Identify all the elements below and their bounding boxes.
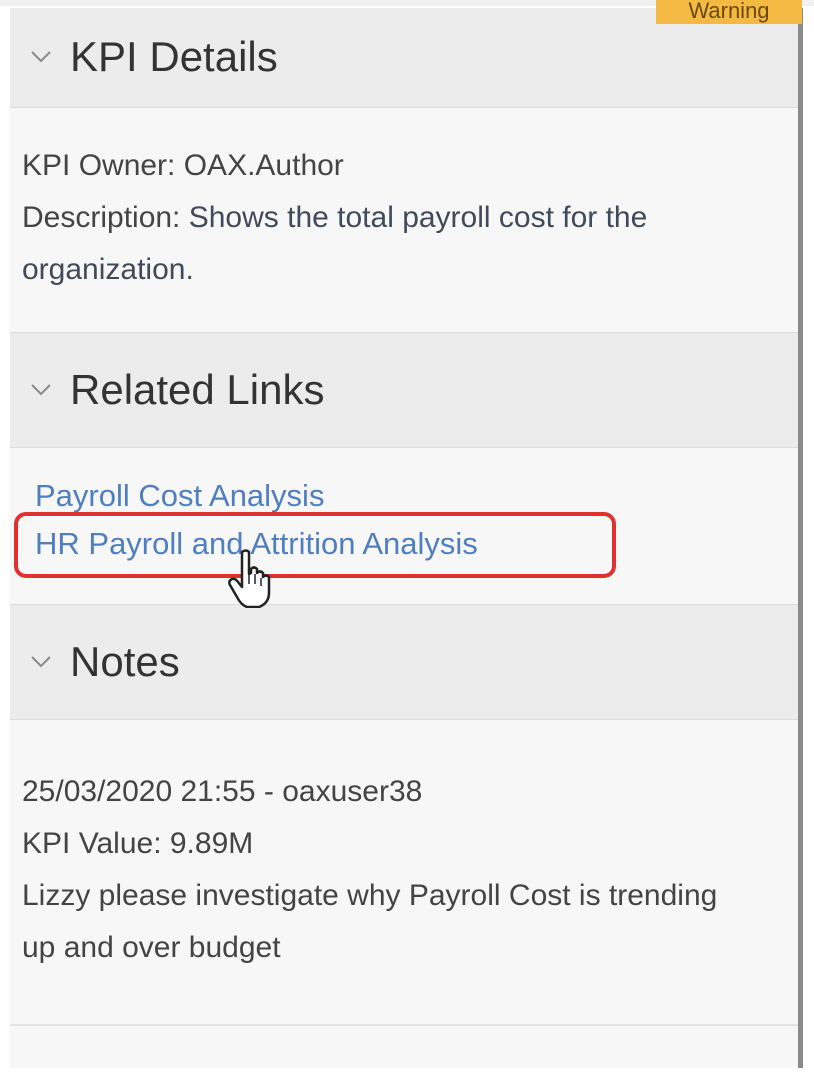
link-payroll-cost-analysis[interactable]: Payroll Cost Analysis: [35, 478, 324, 514]
chevron-down-icon: [30, 50, 70, 64]
notes-header[interactable]: Notes: [10, 604, 798, 720]
kpi-owner: KPI Owner: OAX.Author: [22, 149, 344, 182]
related-links-header[interactable]: Related Links: [10, 332, 798, 448]
kpi-details-body: KPI Owner: OAX.Author Description: Shows…: [22, 140, 782, 296]
hand-pointer-icon: [228, 549, 271, 608]
kpi-description: Description: Shows the total payroll cos…: [22, 192, 742, 296]
notes-title: Notes: [70, 638, 180, 685]
note-text: Lizzy please investigate why Payroll Cos…: [22, 879, 718, 964]
panel-border: [798, 8, 803, 1068]
note-kpi-value: KPI Value: 9.89M: [22, 827, 254, 860]
chevron-down-icon: [30, 655, 70, 669]
chevron-down-icon: [30, 383, 70, 397]
description-label: Description:: [22, 201, 189, 234]
highlight-annotation: [14, 512, 616, 578]
note-entry: 25/03/2020 21:55 - oaxuser38 KPI Value: …: [22, 766, 782, 974]
section-divider: [10, 1024, 798, 1026]
note-header: 25/03/2020 21:55 - oaxuser38: [22, 775, 423, 808]
related-links-title: Related Links: [70, 366, 325, 413]
status-badge: Warning: [656, 0, 802, 24]
kpi-details-title: KPI Details: [70, 33, 278, 80]
